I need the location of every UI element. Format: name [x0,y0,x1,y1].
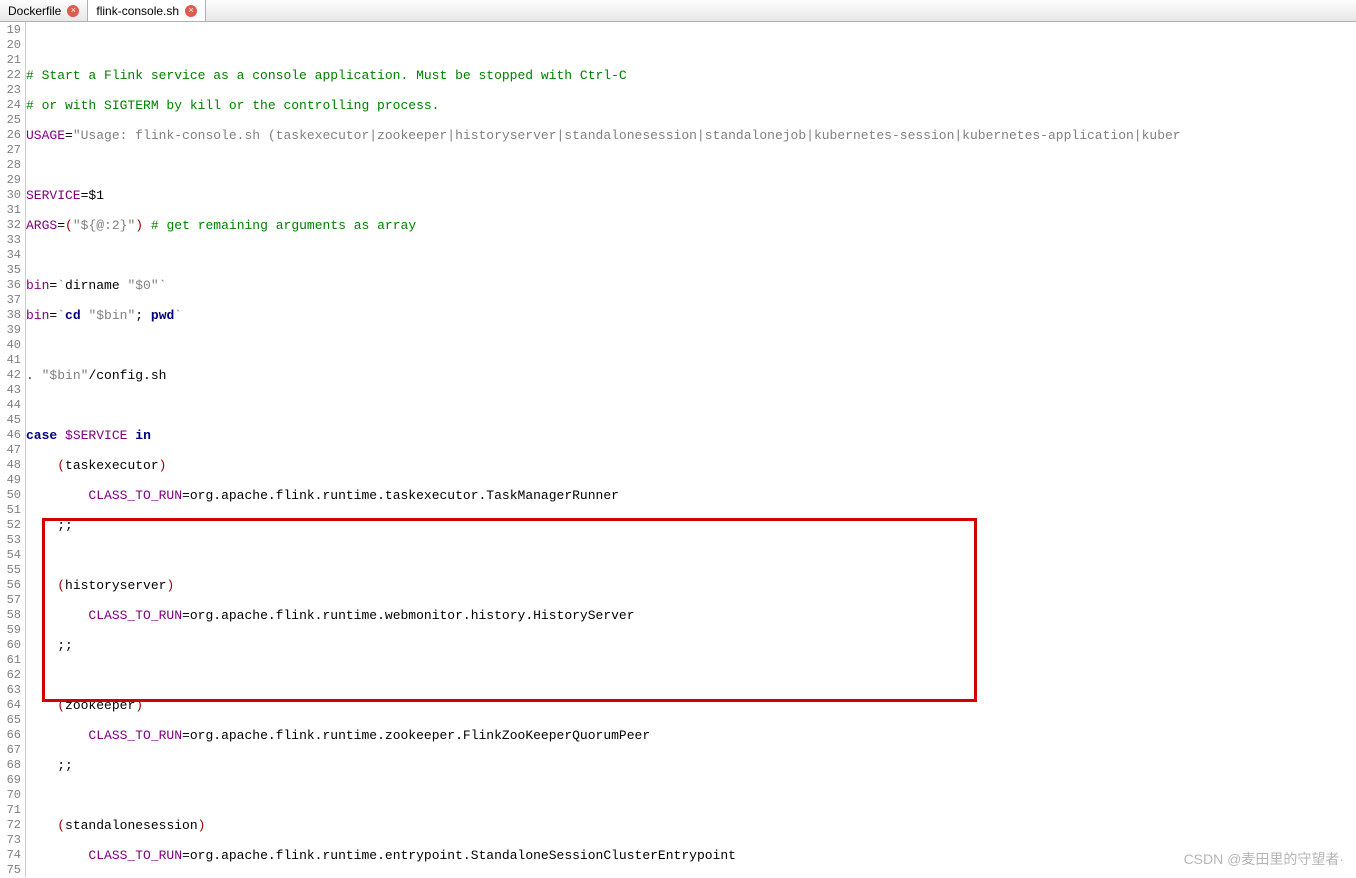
line-gutter: 1920212223242526272829303132333435363738… [0,22,26,877]
code-comment: # Start a Flink service as a console app… [26,68,627,83]
code-token: bin [26,278,49,293]
code-token: ARGS [26,218,57,233]
code-string: "$bin" [42,368,89,383]
code-token: dirname [65,278,120,293]
code-comment: # get remaining arguments as array [151,218,416,233]
code-token: . [26,368,34,383]
code-token: CLASS_TO_RUN [88,848,182,863]
code-token: org.apache.flink.runtime.zookeeper.Flink… [190,728,650,743]
code-token: ;; [57,518,73,533]
tab-label: flink-console.sh [96,4,179,18]
code-token: /config.sh [88,368,166,383]
code-string: "${@:2}" [73,218,135,233]
close-icon[interactable]: × [67,5,79,17]
code-token: CLASS_TO_RUN [88,608,182,623]
code-string: "Usage: flink-console.sh (taskexecutor|z… [73,128,1181,143]
code-token: zookeeper [65,698,135,713]
code-keyword: in [135,428,151,443]
tab-flink-console[interactable]: flink-console.sh × [88,0,206,21]
code-token: ;; [57,758,73,773]
code-token: bin [26,308,49,323]
tab-dockerfile[interactable]: Dockerfile × [0,0,88,21]
code-token: org.apache.flink.runtime.entrypoint.Stan… [190,848,736,863]
code-token: CLASS_TO_RUN [88,488,182,503]
code-token: $SERVICE [65,428,127,443]
code-keyword: case [26,428,57,443]
code-area[interactable]: # Start a Flink service as a console app… [26,22,1356,877]
code-token: CLASS_TO_RUN [88,728,182,743]
code-token: taskexecutor [65,458,159,473]
code-token: org.apache.flink.runtime.taskexecutor.Ta… [190,488,619,503]
code-token: USAGE [26,128,65,143]
code-token: org.apache.flink.runtime.webmonitor.hist… [190,608,635,623]
code-editor: 1920212223242526272829303132333435363738… [0,22,1356,877]
tab-bar: Dockerfile × flink-console.sh × [0,0,1356,22]
code-keyword: pwd [151,308,174,323]
close-icon[interactable]: × [185,5,197,17]
tab-label: Dockerfile [8,4,61,18]
code-token: SERVICE [26,188,81,203]
code-string: "$bin" [88,308,135,323]
code-string: "$0" [127,278,158,293]
code-token: historyserver [65,578,166,593]
code-token: $1 [88,188,104,203]
code-comment: # or with SIGTERM by kill or the control… [26,98,439,113]
code-token: ;; [57,638,73,653]
code-token: standalonesession [65,818,198,833]
code-keyword: cd [65,308,81,323]
